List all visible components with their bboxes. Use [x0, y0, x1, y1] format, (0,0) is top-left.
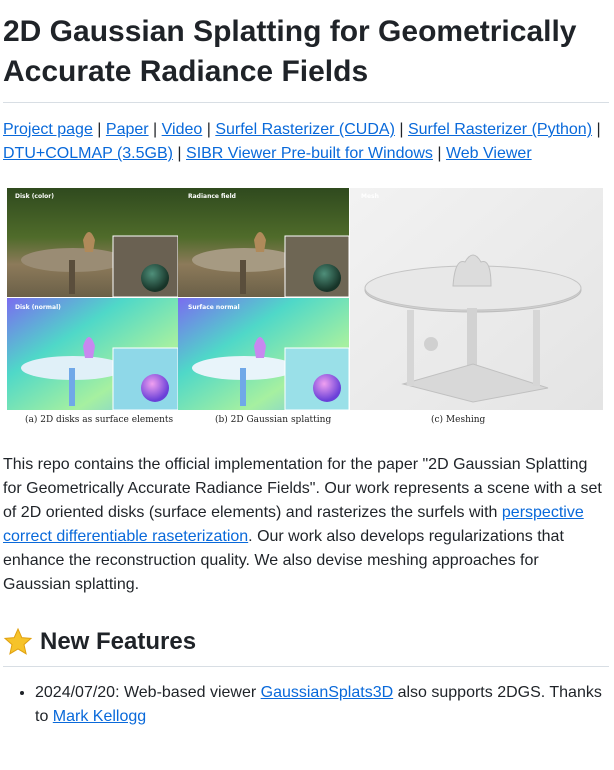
video-link[interactable]: Video — [162, 121, 203, 138]
panel-label-radiance-field: Radiance field — [188, 193, 236, 200]
disk-color-panel: Disk (color) — [7, 188, 179, 298]
paper-link[interactable]: Paper — [106, 121, 149, 138]
page-title: 2D Gaussian Splatting for Geometrically … — [3, 12, 609, 103]
caption-meshing: (c) Meshing — [431, 414, 486, 425]
mark-kellogg-link[interactable]: Mark Kellogg — [53, 708, 146, 725]
gaussiansplats3d-link[interactable]: GaussianSplats3D — [261, 684, 394, 701]
surfel-rasterizer-python-link[interactable]: Surfel Rasterizer (Python) — [408, 121, 592, 138]
radiance-field-panel: Radiance field — [178, 188, 350, 298]
dtu-colmap-link[interactable]: DTU+COLMAP (3.5GB) — [3, 145, 173, 162]
panel-label-disk-color: Disk (color) — [15, 193, 54, 200]
list-item: 2024/07/20: Web-based viewer GaussianSpl… — [35, 681, 609, 729]
description-paragraph: This repo contains the official implemen… — [3, 453, 609, 597]
project-page-link[interactable]: Project page — [3, 121, 93, 138]
mesh-panel: Mesh — [350, 188, 603, 410]
teaser-image: Disk (color) Radiance field Disk (normal… — [7, 188, 603, 425]
link-separator: | — [148, 121, 162, 138]
panel-label-mesh: Mesh — [361, 193, 379, 200]
link-bar: Project page | Paper | Video | Surfel Ra… — [3, 118, 609, 166]
new-features-list: 2024/07/20: Web-based viewer GaussianSpl… — [3, 681, 609, 729]
web-viewer-link[interactable]: Web Viewer — [446, 145, 532, 162]
link-separator: | — [172, 145, 187, 162]
surfel-rasterizer-cuda-link[interactable]: Surfel Rasterizer (CUDA) — [215, 121, 395, 138]
panel-label-surface-normal: Surface normal — [188, 304, 240, 311]
panel-label-disk-normal: Disk (normal) — [15, 304, 61, 311]
link-separator: | — [592, 121, 601, 138]
new-features-heading: New Features — [3, 627, 609, 667]
new-features-heading-text: New Features — [40, 628, 197, 655]
link-separator: | — [394, 121, 408, 138]
readme-page: 2D Gaussian Splatting for Geometrically … — [0, 0, 614, 770]
surface-normal-panel: Surface normal — [178, 298, 350, 411]
disk-normal-panel: Disk (normal) — [7, 298, 179, 411]
caption-disks: (a) 2D disks as surface elements — [25, 414, 174, 425]
readme-content: 2D Gaussian Splatting for Geometrically … — [3, 0, 609, 729]
link-separator: | — [92, 121, 106, 138]
feature-prefix: 2024/07/20: Web-based viewer — [35, 684, 261, 701]
link-separator: | — [202, 121, 216, 138]
caption-gaussian-splatting: (b) 2D Gaussian splatting — [215, 414, 331, 425]
link-separator: | — [432, 145, 446, 162]
star-icon — [3, 627, 33, 657]
sibr-viewer-link[interactable]: SIBR Viewer Pre-built for Windows — [186, 145, 433, 162]
teaser-figure: Disk (color) Radiance field Disk (normal… — [3, 188, 603, 428]
